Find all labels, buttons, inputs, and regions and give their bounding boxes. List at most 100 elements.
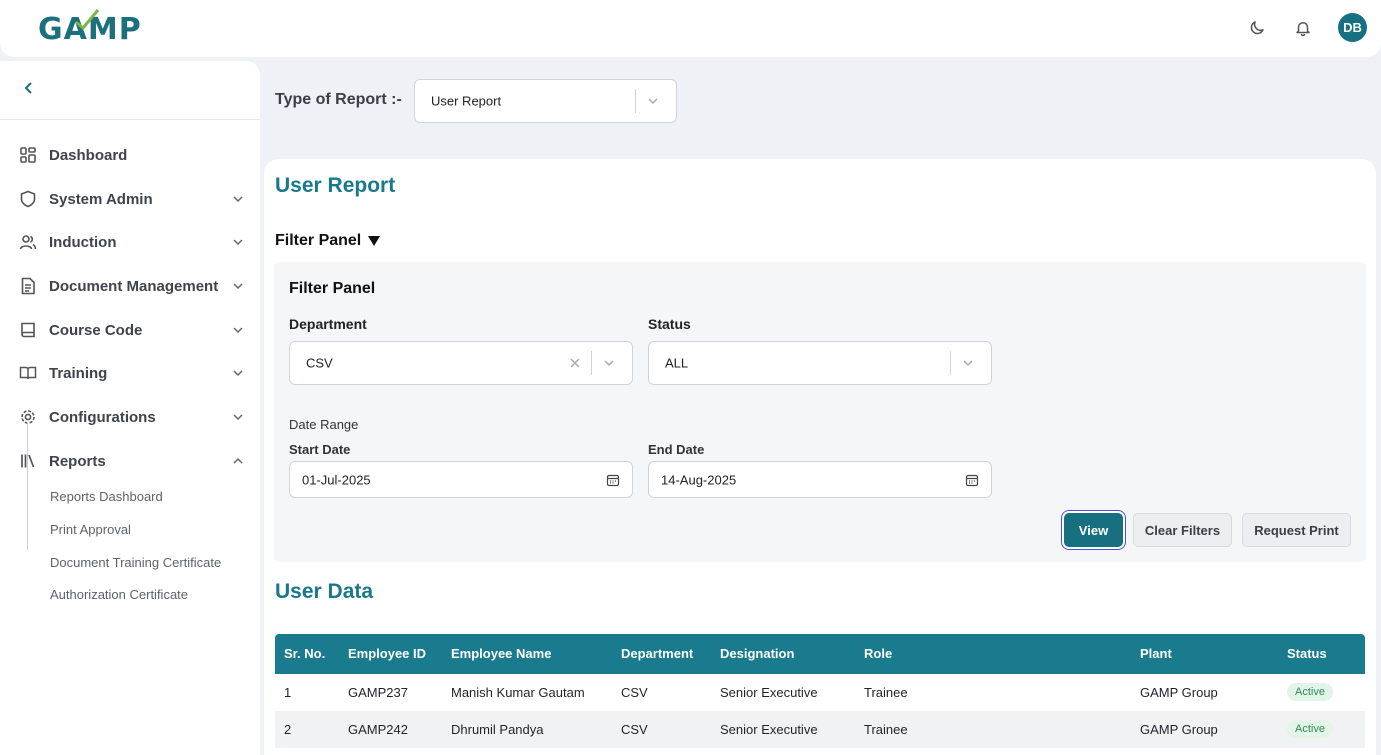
date-range-label: Date Range: [289, 417, 359, 432]
top-actions: DB: [1246, 13, 1367, 42]
cell-sr-no: 1: [284, 685, 292, 700]
user-data-title: User Data: [275, 580, 374, 603]
sidebar-item-label: Induction: [49, 233, 117, 251]
sidebar-item-label: Configurations: [49, 408, 156, 426]
book-icon: [19, 321, 37, 339]
cell-employee-id: GAMP242: [348, 722, 408, 737]
clear-filters-button[interactable]: Clear Filters: [1133, 513, 1232, 547]
cell-sr-no: 2: [284, 722, 292, 737]
submenu-item-authorization-certificate[interactable]: Authorization Certificate: [50, 587, 188, 602]
column-header[interactable]: Role: [864, 646, 892, 661]
cell-designation: Senior Executive: [720, 722, 818, 737]
document-icon: [19, 277, 37, 295]
sidebar-item-dashboard[interactable]: Dashboard: [19, 143, 244, 167]
submenu-item-reports-dashboard[interactable]: Reports Dashboard: [50, 489, 163, 504]
chevron-down-icon: [233, 196, 243, 203]
column-header[interactable]: Sr. No.: [284, 646, 325, 661]
column-header[interactable]: Employee Name: [451, 646, 551, 661]
request-print-button[interactable]: Request Print: [1242, 513, 1351, 547]
submenu-line: [27, 422, 28, 550]
collapse-sidebar-icon[interactable]: [20, 79, 38, 97]
logo-check-icon: [75, 9, 100, 30]
sidebar-item-course-code[interactable]: Course Code: [19, 318, 244, 342]
cell-plant: GAMP Group: [1140, 722, 1218, 737]
status-label: Status: [648, 316, 691, 332]
report-type-value: User Report: [431, 93, 502, 109]
triangle-down-icon: [368, 236, 381, 246]
top-bar: GAMP DB: [0, 0, 1381, 57]
select-separator: [635, 89, 636, 113]
sidebar-item-label: Dashboard: [49, 146, 128, 164]
column-header[interactable]: Employee ID: [348, 646, 426, 661]
moon-icon[interactable]: [1246, 17, 1268, 39]
submenu-item-document-training-certificate[interactable]: Document Training Certificate: [50, 555, 221, 570]
sidebar-item-reports[interactable]: Reports: [19, 449, 244, 473]
sidebar-item-induction[interactable]: Induction: [19, 230, 244, 254]
bell-icon[interactable]: [1292, 17, 1314, 39]
chevron-down-icon: [233, 414, 243, 421]
chevron-up-icon: [233, 457, 243, 464]
table-row[interactable]: 2 GAMP242 Dhrumil Pandya CSV Senior Exec…: [275, 711, 1365, 748]
chevron-down-icon[interactable]: [602, 356, 616, 370]
sidebar-item-label: Document Management: [49, 277, 219, 295]
cell-employee-name: Dhrumil Pandya: [451, 722, 544, 737]
sidebar-item-configurations[interactable]: Configurations: [19, 405, 244, 429]
sidebar-item-label: Course Code: [49, 321, 143, 339]
status-badge: Active: [1287, 683, 1333, 701]
column-header[interactable]: Designation: [720, 646, 794, 661]
table-header: Sr. No. Employee ID Employee Name Depart…: [275, 634, 1365, 674]
submenu-item-print-approval[interactable]: Print Approval: [50, 522, 131, 537]
select-separator: [950, 351, 951, 375]
status-select[interactable]: ALL: [648, 341, 992, 385]
clear-icon[interactable]: [569, 357, 581, 369]
filter-panel-title: Filter Panel: [289, 280, 376, 297]
department-value: CSV: [306, 355, 333, 371]
chevron-down-icon: [233, 283, 243, 290]
department-label: Department: [289, 316, 367, 332]
column-header[interactable]: Plant: [1140, 646, 1172, 661]
end-date-value: 14-Aug-2025: [661, 472, 737, 487]
department-select[interactable]: CSV: [289, 341, 633, 385]
report-type-label: Type of Report :-: [275, 91, 402, 108]
report-title: User Report: [275, 174, 396, 197]
cell-department: CSV: [621, 722, 648, 737]
cell-department: CSV: [621, 685, 648, 700]
cell-employee-name: Manish Kumar Gautam: [451, 685, 585, 700]
end-date-label: End Date: [648, 442, 705, 457]
column-header[interactable]: Department: [621, 646, 693, 661]
calendar-icon[interactable]: [606, 473, 620, 487]
chevron-down-icon: [233, 239, 243, 246]
cell-plant: GAMP Group: [1140, 685, 1218, 700]
end-date-input[interactable]: 14-Aug-2025: [648, 461, 992, 498]
chevron-down-icon[interactable]: [646, 94, 660, 108]
status-badge: Active: [1287, 720, 1333, 738]
column-header[interactable]: Status: [1287, 646, 1327, 661]
library-icon: [19, 452, 37, 470]
sidebar-item-label: Training: [49, 364, 108, 382]
start-date-value: 01-Jul-2025: [302, 472, 371, 487]
cell-employee-id: GAMP237: [348, 685, 408, 700]
gear-icon: [19, 408, 37, 426]
view-button[interactable]: View: [1064, 513, 1123, 547]
sidebar-item-system-admin[interactable]: System Admin: [19, 187, 244, 211]
cell-role: Trainee: [864, 685, 908, 700]
chevron-down-icon: [233, 327, 243, 334]
report-type-select[interactable]: User Report: [414, 79, 677, 123]
start-date-input[interactable]: 01-Jul-2025: [289, 461, 633, 498]
sidebar-item-label: Reports: [49, 452, 106, 470]
start-date-label: Start Date: [289, 442, 351, 457]
chevron-down-icon[interactable]: [961, 356, 975, 370]
filter-panel-toggle-label: Filter Panel: [275, 232, 362, 249]
chevron-down-icon: [233, 370, 243, 377]
select-separator: [591, 351, 592, 375]
cell-designation: Senior Executive: [720, 685, 818, 700]
sidebar-item-training[interactable]: Training: [19, 361, 244, 385]
grid-icon: [19, 146, 37, 164]
shield-icon: [19, 190, 37, 208]
sidebar-item-document-management[interactable]: Document Management: [19, 274, 244, 298]
calendar-icon[interactable]: [965, 473, 979, 487]
sidebar-divider: [0, 119, 260, 120]
table-row[interactable]: 1 GAMP237 Manish Kumar Gautam CSV Senior…: [275, 674, 1365, 711]
filter-panel-toggle[interactable]: Filter Panel: [275, 232, 381, 250]
user-avatar[interactable]: DB: [1338, 13, 1367, 42]
